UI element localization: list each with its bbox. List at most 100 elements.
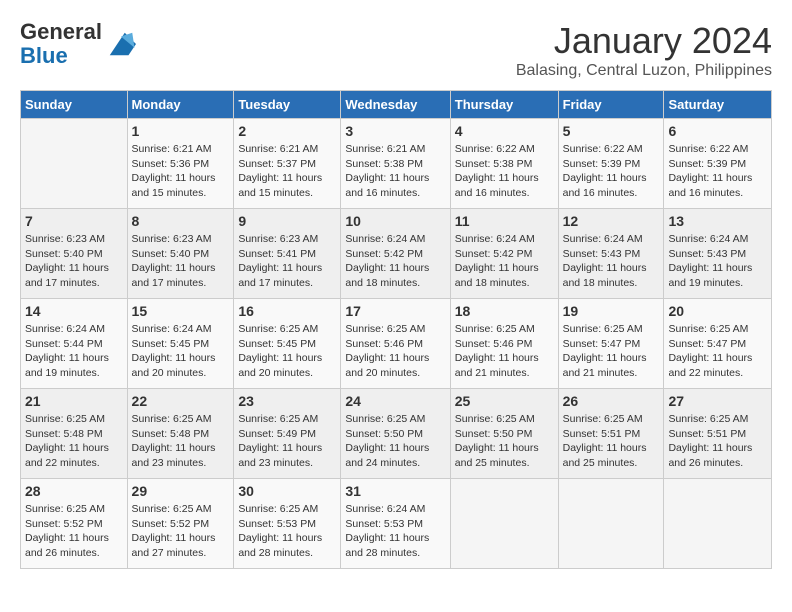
day-info: Sunrise: 6:24 AM Sunset: 5:42 PM Dayligh… bbox=[455, 232, 554, 291]
calendar-cell: 16 Sunrise: 6:25 AM Sunset: 5:45 PM Dayli… bbox=[234, 299, 341, 389]
logo-blue: Blue bbox=[20, 44, 102, 68]
calendar-cell: 3 Sunrise: 6:21 AM Sunset: 5:38 PM Daylig… bbox=[341, 119, 450, 209]
calendar-cell: 8Sunrise: 6:23 AM Sunset: 5:40 PM Daylig… bbox=[127, 209, 234, 299]
calendar-cell: 14 Sunrise: 6:24 AM Sunset: 5:44 PM Dayli… bbox=[21, 299, 128, 389]
month-title: January 2024 bbox=[516, 20, 772, 62]
calendar-cell: 10Sunrise: 6:24 AM Sunset: 5:42 PM Dayli… bbox=[341, 209, 450, 299]
day-number: 17 bbox=[345, 303, 445, 319]
calendar-cell bbox=[450, 479, 558, 569]
calendar-cell: 22Sunrise: 6:25 AM Sunset: 5:48 PM Dayli… bbox=[127, 389, 234, 479]
calendar-cell: 12 Sunrise: 6:24 AM Sunset: 5:43 PM Dayli… bbox=[558, 209, 664, 299]
day-number: 26 bbox=[563, 393, 660, 409]
calendar-cell: 25 Sunrise: 6:25 AM Sunset: 5:50 PM Dayli… bbox=[450, 389, 558, 479]
day-number: 19 bbox=[563, 303, 660, 319]
col-header-sunday: Sunday bbox=[21, 91, 128, 119]
day-info: Sunrise: 6:25 AM Sunset: 5:50 PM Dayligh… bbox=[455, 412, 554, 471]
day-info: Sunrise: 6:24 AM Sunset: 5:53 PM Dayligh… bbox=[345, 502, 445, 561]
day-info: Sunrise: 6:21 AM Sunset: 5:37 PM Dayligh… bbox=[238, 142, 336, 201]
calendar-cell: 28Sunrise: 6:25 AM Sunset: 5:52 PM Dayli… bbox=[21, 479, 128, 569]
calendar-cell: 2 Sunrise: 6:21 AM Sunset: 5:37 PM Daylig… bbox=[234, 119, 341, 209]
col-header-thursday: Thursday bbox=[450, 91, 558, 119]
day-number: 13 bbox=[668, 213, 767, 229]
calendar-cell: 24 Sunrise: 6:25 AM Sunset: 5:50 PM Dayli… bbox=[341, 389, 450, 479]
logo-general: General bbox=[20, 20, 102, 44]
day-info: Sunrise: 6:25 AM Sunset: 5:53 PM Dayligh… bbox=[238, 502, 336, 561]
day-number: 29 bbox=[132, 483, 230, 499]
calendar-cell: 1Sunrise: 6:21 AM Sunset: 5:36 PM Daylig… bbox=[127, 119, 234, 209]
day-info: Sunrise: 6:24 AM Sunset: 5:43 PM Dayligh… bbox=[563, 232, 660, 291]
logo-text: General Blue bbox=[20, 20, 102, 68]
calendar-cell: 15 Sunrise: 6:24 AM Sunset: 5:45 PM Dayli… bbox=[127, 299, 234, 389]
calendar-week-2: 7 Sunrise: 6:23 AM Sunset: 5:40 PM Daylig… bbox=[21, 209, 772, 299]
day-info: Sunrise: 6:25 AM Sunset: 5:45 PM Dayligh… bbox=[238, 322, 336, 381]
day-info: Sunrise: 6:23 AM Sunset: 5:40 PM Dayligh… bbox=[132, 232, 230, 291]
calendar-cell: 31 Sunrise: 6:24 AM Sunset: 5:53 PM Dayli… bbox=[341, 479, 450, 569]
calendar-header-row: SundayMondayTuesdayWednesdayThursdayFrid… bbox=[21, 91, 772, 119]
day-info: Sunrise: 6:24 AM Sunset: 5:45 PM Dayligh… bbox=[132, 322, 230, 381]
day-number: 12 bbox=[563, 213, 660, 229]
calendar-cell: 5 Sunrise: 6:22 AM Sunset: 5:39 PM Daylig… bbox=[558, 119, 664, 209]
day-number: 27 bbox=[668, 393, 767, 409]
day-info: Sunrise: 6:21 AM Sunset: 5:38 PM Dayligh… bbox=[345, 142, 445, 201]
day-info: Sunrise: 6:25 AM Sunset: 5:49 PM Dayligh… bbox=[238, 412, 336, 471]
logo-icon bbox=[106, 29, 136, 59]
day-info: Sunrise: 6:25 AM Sunset: 5:51 PM Dayligh… bbox=[668, 412, 767, 471]
day-number: 20 bbox=[668, 303, 767, 319]
calendar-cell: 9Sunrise: 6:23 AM Sunset: 5:41 PM Daylig… bbox=[234, 209, 341, 299]
day-number: 18 bbox=[455, 303, 554, 319]
calendar-week-4: 21Sunrise: 6:25 AM Sunset: 5:48 PM Dayli… bbox=[21, 389, 772, 479]
calendar-cell: 29Sunrise: 6:25 AM Sunset: 5:52 PM Dayli… bbox=[127, 479, 234, 569]
page-header: General Blue January 2024 Balasing, Cent… bbox=[20, 20, 772, 80]
location-subtitle: Balasing, Central Luzon, Philippines bbox=[516, 62, 772, 80]
day-info: Sunrise: 6:25 AM Sunset: 5:51 PM Dayligh… bbox=[563, 412, 660, 471]
logo: General Blue bbox=[20, 20, 136, 68]
day-info: Sunrise: 6:25 AM Sunset: 5:47 PM Dayligh… bbox=[668, 322, 767, 381]
calendar-table: SundayMondayTuesdayWednesdayThursdayFrid… bbox=[20, 90, 772, 569]
day-number: 15 bbox=[132, 303, 230, 319]
day-number: 10 bbox=[345, 213, 445, 229]
calendar-cell: 19Sunrise: 6:25 AM Sunset: 5:47 PM Dayli… bbox=[558, 299, 664, 389]
day-info: Sunrise: 6:23 AM Sunset: 5:41 PM Dayligh… bbox=[238, 232, 336, 291]
day-number: 6 bbox=[668, 123, 767, 139]
day-number: 7 bbox=[25, 213, 123, 229]
day-info: Sunrise: 6:25 AM Sunset: 5:48 PM Dayligh… bbox=[25, 412, 123, 471]
col-header-tuesday: Tuesday bbox=[234, 91, 341, 119]
calendar-cell: 21Sunrise: 6:25 AM Sunset: 5:48 PM Dayli… bbox=[21, 389, 128, 479]
calendar-cell: 7 Sunrise: 6:23 AM Sunset: 5:40 PM Daylig… bbox=[21, 209, 128, 299]
calendar-cell: 18 Sunrise: 6:25 AM Sunset: 5:46 PM Dayli… bbox=[450, 299, 558, 389]
day-number: 25 bbox=[455, 393, 554, 409]
day-info: Sunrise: 6:25 AM Sunset: 5:52 PM Dayligh… bbox=[25, 502, 123, 561]
day-number: 23 bbox=[238, 393, 336, 409]
calendar-cell: 13 Sunrise: 6:24 AM Sunset: 5:43 PM Dayli… bbox=[664, 209, 772, 299]
day-number: 31 bbox=[345, 483, 445, 499]
day-info: Sunrise: 6:25 AM Sunset: 5:46 PM Dayligh… bbox=[455, 322, 554, 381]
col-header-wednesday: Wednesday bbox=[341, 91, 450, 119]
day-info: Sunrise: 6:23 AM Sunset: 5:40 PM Dayligh… bbox=[25, 232, 123, 291]
col-header-friday: Friday bbox=[558, 91, 664, 119]
day-info: Sunrise: 6:24 AM Sunset: 5:44 PM Dayligh… bbox=[25, 322, 123, 381]
calendar-cell bbox=[21, 119, 128, 209]
day-info: Sunrise: 6:22 AM Sunset: 5:39 PM Dayligh… bbox=[563, 142, 660, 201]
calendar-week-3: 14 Sunrise: 6:24 AM Sunset: 5:44 PM Dayli… bbox=[21, 299, 772, 389]
day-number: 5 bbox=[563, 123, 660, 139]
day-info: Sunrise: 6:25 AM Sunset: 5:50 PM Dayligh… bbox=[345, 412, 445, 471]
calendar-cell: 26 Sunrise: 6:25 AM Sunset: 5:51 PM Dayli… bbox=[558, 389, 664, 479]
calendar-week-1: 1Sunrise: 6:21 AM Sunset: 5:36 PM Daylig… bbox=[21, 119, 772, 209]
calendar-cell: 23 Sunrise: 6:25 AM Sunset: 5:49 PM Dayli… bbox=[234, 389, 341, 479]
day-number: 2 bbox=[238, 123, 336, 139]
day-number: 30 bbox=[238, 483, 336, 499]
day-number: 22 bbox=[132, 393, 230, 409]
day-number: 14 bbox=[25, 303, 123, 319]
day-number: 11 bbox=[455, 213, 554, 229]
calendar-cell: 17Sunrise: 6:25 AM Sunset: 5:46 PM Dayli… bbox=[341, 299, 450, 389]
calendar-cell: 11 Sunrise: 6:24 AM Sunset: 5:42 PM Dayli… bbox=[450, 209, 558, 299]
calendar-week-5: 28Sunrise: 6:25 AM Sunset: 5:52 PM Dayli… bbox=[21, 479, 772, 569]
day-number: 24 bbox=[345, 393, 445, 409]
day-number: 16 bbox=[238, 303, 336, 319]
day-info: Sunrise: 6:24 AM Sunset: 5:43 PM Dayligh… bbox=[668, 232, 767, 291]
calendar-cell bbox=[558, 479, 664, 569]
day-number: 1 bbox=[132, 123, 230, 139]
day-number: 3 bbox=[345, 123, 445, 139]
calendar-cell: 6Sunrise: 6:22 AM Sunset: 5:39 PM Daylig… bbox=[664, 119, 772, 209]
calendar-cell bbox=[664, 479, 772, 569]
